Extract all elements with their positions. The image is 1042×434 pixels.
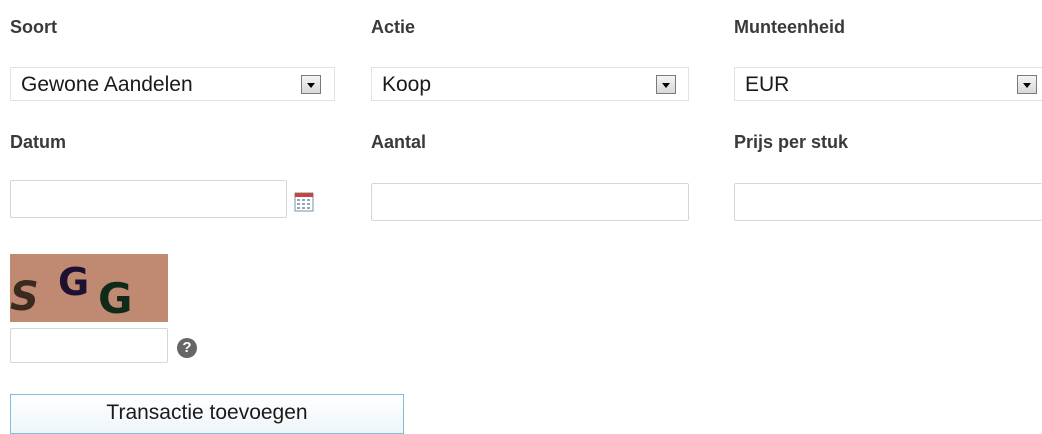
label-aantal: Aantal [371,132,427,152]
datum-input[interactable] [10,180,287,218]
munteenheid-select[interactable]: EUR [734,67,1042,101]
chevron-down-icon[interactable] [1017,75,1037,94]
munteenheid-select-value: EUR [745,73,790,96]
soort-select[interactable]: Gewone Aandelen [10,67,335,101]
transactie-toevoegen-button[interactable]: Transactie toevoegen [10,394,404,434]
aantal-input[interactable] [371,183,689,221]
question-mark-icon[interactable]: ? [177,338,197,358]
actie-select[interactable]: Koop [371,67,689,101]
chevron-down-icon[interactable] [301,75,321,94]
label-soort: Soort [10,17,57,37]
captcha-image: S G G [10,254,168,322]
captcha-input[interactable] [10,328,168,363]
label-datum: Datum [10,132,67,152]
actie-select-value: Koop [382,73,432,96]
captcha-char-1: S [10,274,39,320]
chevron-down-icon[interactable] [656,75,676,94]
label-munteenheid: Munteenheid [734,17,845,37]
label-prijs-per-stuk: Prijs per stuk [734,132,849,152]
soort-select-value: Gewone Aandelen [21,73,193,96]
label-actie: Actie [371,17,416,37]
captcha-char-2: G [58,260,90,304]
prijs-per-stuk-input[interactable] [734,183,1042,221]
calendar-icon[interactable] [294,192,314,212]
captcha-char-3: G [98,274,133,322]
